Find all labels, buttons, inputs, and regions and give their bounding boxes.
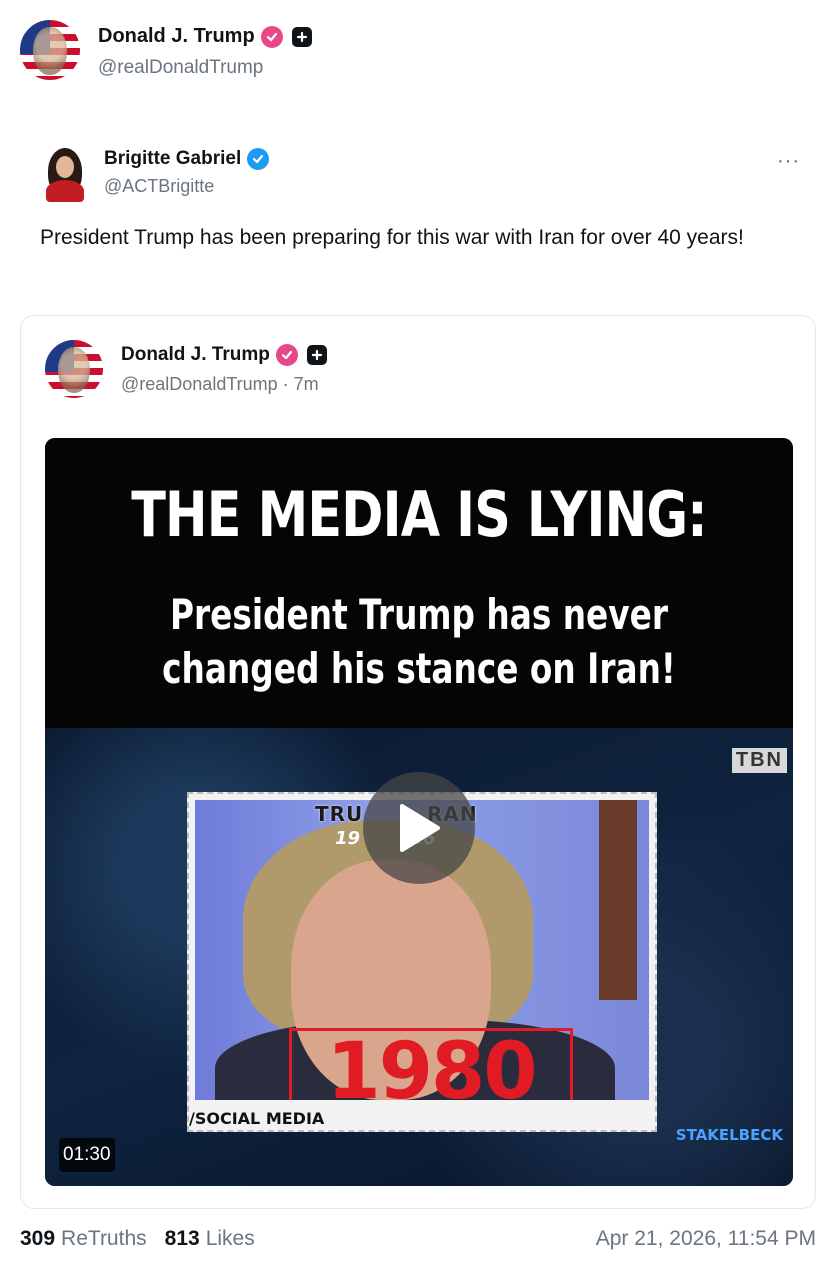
video-duration: 01:30 — [59, 1138, 115, 1172]
play-icon — [400, 804, 440, 852]
video-subhead: President Trump has never changed his st… — [127, 588, 710, 696]
likes-count[interactable]: 813 — [165, 1227, 200, 1251]
year-box: 1980 — [289, 1027, 573, 1100]
video-player[interactable]: THE MEDIA IS LYING: President Trump has … — [45, 438, 793, 1186]
author-handle[interactable]: @realDonaldTrump — [98, 57, 312, 79]
post-header: Donald J. Trump @realDonaldTrump — [20, 20, 312, 80]
verified-badge-icon — [247, 148, 270, 170]
retruths-count[interactable]: 309 — [20, 1227, 55, 1251]
embedded-author-name[interactable]: Donald J. Trump — [121, 344, 270, 366]
author-avatar[interactable] — [20, 20, 80, 80]
embedded-author-avatar[interactable] — [45, 340, 103, 398]
retruths-label[interactable]: ReTruths — [61, 1227, 147, 1251]
quoted-author-info: Brigitte Gabriel @ACTBrigitte — [104, 148, 270, 197]
embedded-post-header: Donald J. Trump @realDonaldTrump · 7m — [45, 340, 327, 398]
post-stats: 309 ReTruths 813 Likes Apr 21, 2026, 11:… — [20, 1227, 816, 1251]
embedded-post-card[interactable]: Donald J. Trump @realDonaldTrump · 7m TH… — [20, 315, 816, 1209]
video-headline: THE MEDIA IS LYING: — [131, 478, 707, 551]
quoted-post-header: Brigitte Gabriel @ACTBrigitte — [42, 146, 270, 202]
post-timestamp[interactable]: Apr 21, 2026, 11:54 PM — [596, 1227, 816, 1251]
play-button[interactable] — [363, 772, 475, 884]
quoted-author-name[interactable]: Brigitte Gabriel — [104, 148, 241, 170]
quoted-author-handle[interactable]: @ACTBrigitte — [104, 176, 269, 197]
year-label: 1980 — [326, 1027, 537, 1100]
embedded-author-info: Donald J. Trump @realDonaldTrump · 7m — [121, 344, 327, 395]
video-subhead-line2: changed his stance on Iran! — [162, 644, 676, 693]
plus-badge-icon — [306, 345, 327, 365]
verified-badge-icon — [260, 25, 283, 48]
verified-badge-icon — [275, 344, 298, 366]
embedded-author-handle[interactable]: @realDonaldTrump · 7m — [121, 374, 327, 395]
network-bug: TBN — [731, 748, 787, 773]
likes-label[interactable]: Likes — [206, 1227, 255, 1251]
plus-badge-icon — [291, 26, 312, 47]
stakelbeck-watermark: STAKELBECK — [675, 1126, 783, 1144]
more-icon[interactable]: ··· — [777, 150, 800, 173]
video-title-banner: THE MEDIA IS LYING: President Trump has … — [45, 438, 793, 728]
author-info: Donald J. Trump @realDonaldTrump — [98, 25, 312, 79]
social-media-caption: /SOCIAL MEDIA — [189, 1109, 325, 1128]
video-subhead-line1: President Trump has never — [169, 590, 668, 639]
author-name[interactable]: Donald J. Trump — [98, 25, 255, 48]
quoted-post-text: President Trump has been preparing for t… — [40, 226, 744, 249]
quoted-author-avatar[interactable] — [42, 146, 88, 202]
